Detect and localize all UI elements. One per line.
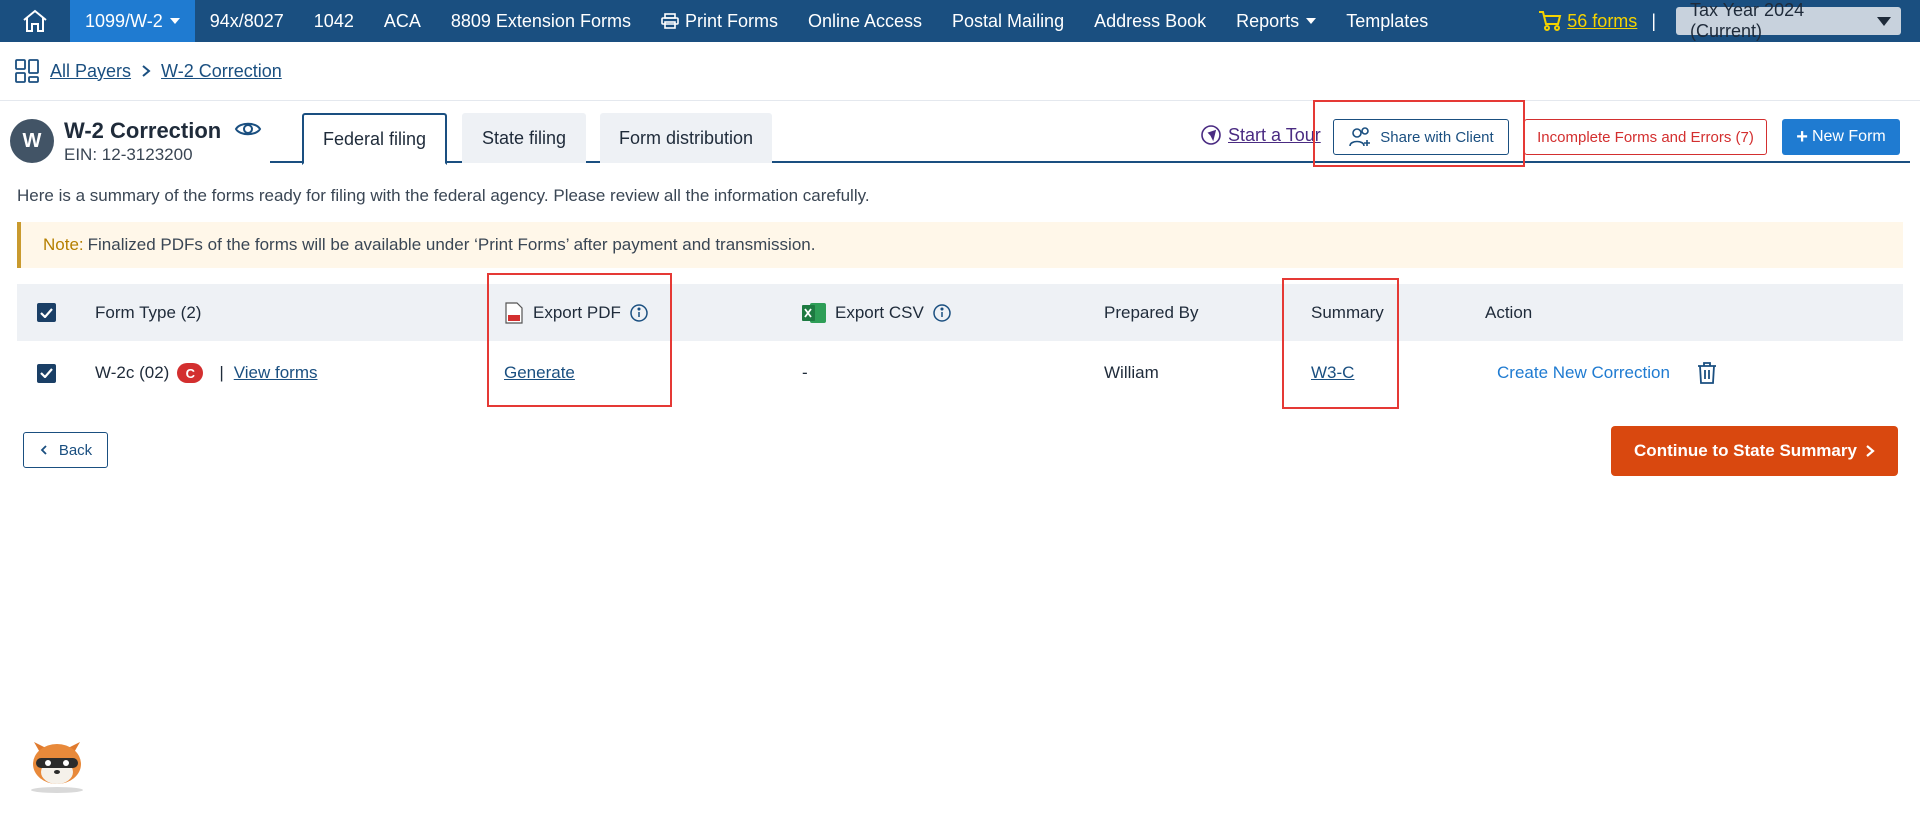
note-label: Note: (43, 235, 84, 254)
view-forms-link[interactable]: View forms (234, 363, 318, 383)
continue-to-state-summary-button[interactable]: Continue to State Summary (1611, 426, 1898, 476)
form-type-label: W-2c (02) (95, 363, 170, 382)
w3c-summary-link[interactable]: W3-C (1311, 363, 1354, 383)
nav-item-aca[interactable]: ACA (369, 0, 436, 42)
row-export-csv: - (802, 363, 808, 382)
tab-state-filing[interactable]: State filing (462, 113, 586, 163)
add-user-icon (1349, 127, 1371, 147)
nav-item-label: Print Forms (684, 10, 778, 31)
caret-down-icon (1877, 16, 1891, 26)
eye-icon[interactable] (234, 119, 262, 139)
home-button[interactable] (0, 0, 70, 42)
row-prepared-by: William (1104, 363, 1159, 382)
navigation-arrow-icon (1201, 125, 1221, 145)
share-with-client-button[interactable]: Share with Client (1333, 119, 1509, 155)
nav-item-94x-8027[interactable]: 94x/8027 (195, 0, 299, 42)
header-action: Action (1485, 302, 1533, 322)
chevron-left-icon (40, 445, 47, 455)
select-all-checkbox[interactable] (37, 303, 56, 322)
nav-right-group: 56 forms | Tax Year 2024 (Current) (1538, 0, 1920, 42)
back-label: Back (58, 441, 93, 459)
nav-item-label: Reports (1236, 10, 1300, 31)
breadcrumb-divider (0, 100, 1920, 101)
back-button[interactable]: Back (23, 432, 108, 468)
generate-pdf-link[interactable]: Generate (504, 363, 575, 383)
nav-item-print-forms[interactable]: Print Forms (646, 0, 793, 42)
new-form-label: New Form (1811, 128, 1886, 145)
top-navigation-bar: 1099/W-2 94x/8027 1042 ACA 8809 Extensio… (0, 0, 1920, 42)
tax-year-select[interactable]: Tax Year 2024 (Current) (1676, 0, 1901, 41)
home-icon (23, 9, 47, 32)
check-icon (40, 368, 53, 378)
nav-item-1042[interactable]: 1042 (299, 0, 369, 42)
check-icon (40, 307, 53, 318)
caret-down-icon (1306, 18, 1317, 24)
note-text: Finalized PDFs of the forms will be avai… (87, 235, 816, 254)
new-form-button[interactable]: + New Form (1782, 119, 1900, 155)
row-summary: W3-C (1311, 355, 1354, 391)
export-csv-label: Export CSV (835, 302, 924, 322)
header-summary: Summary (1311, 302, 1384, 322)
tab-form-distribution[interactable]: Form distribution (600, 113, 772, 163)
payer-name: W-2 Correction (64, 118, 222, 143)
cart-count: 56 forms (1567, 10, 1638, 31)
chevron-right-icon (142, 65, 151, 77)
tax-year-value: Tax Year 2024 (Current) (1690, 0, 1805, 41)
continue-label: Continue to State Summary (1634, 441, 1857, 460)
export-pdf-label: Export PDF (533, 302, 621, 322)
nav-separator: | (1651, 10, 1656, 31)
header-select-all (37, 284, 56, 341)
header-export-csv: Export CSV (801, 284, 952, 341)
trash-icon[interactable] (1696, 361, 1718, 385)
start-tour-link[interactable]: Start a Tour (1200, 124, 1321, 146)
row-action: Create New Correction (1497, 355, 1718, 391)
nav-item-address-book[interactable]: Address Book (1079, 0, 1221, 42)
pdf-file-icon (505, 301, 523, 324)
nav-item-online-access[interactable]: Online Access (793, 0, 937, 42)
start-tour-label: Start a Tour (1228, 124, 1321, 145)
summary-description: Here is a summary of the forms ready for… (17, 186, 870, 205)
header-export-pdf: Export PDF (505, 284, 649, 341)
header-prepared-by: Prepared By (1104, 302, 1199, 322)
excel-file-icon (802, 302, 826, 323)
row-form-type: W-2c (02) C | View forms (95, 355, 318, 391)
nav-item-extension-forms[interactable]: 8809 Extension Forms (436, 0, 646, 42)
payer-ein: EIN: 12-3123200 (64, 145, 193, 164)
cart-icon (1539, 11, 1562, 31)
breadcrumb: All Payers W-2 Correction (14, 56, 282, 86)
tab-federal-filing[interactable]: Federal filing (302, 113, 447, 165)
share-label: Share with Client (1380, 128, 1494, 146)
nav-item-1099-w2[interactable]: 1099/W-2 (70, 0, 195, 42)
breadcrumb-current[interactable]: W-2 Correction (161, 61, 282, 82)
nav-item-label: 1099/W-2 (85, 10, 163, 31)
payer-avatar: W (10, 119, 54, 163)
nav-item-postal-mailing[interactable]: Postal Mailing (937, 0, 1079, 42)
grid-icon (15, 59, 39, 83)
row-divider: | (219, 363, 224, 382)
plus-icon: + (1796, 125, 1808, 148)
nav-item-reports[interactable]: Reports (1221, 0, 1331, 42)
row-checkbox-cell (37, 355, 56, 391)
breadcrumb-all-payers[interactable]: All Payers (50, 61, 131, 82)
correction-badge: C (177, 363, 204, 383)
printer-icon (661, 13, 679, 29)
table-header: Form Type (2) Export PDF Export CSV Prep… (17, 284, 1903, 341)
row-export-pdf: Generate (504, 355, 575, 391)
mascot-chat-icon[interactable] (24, 728, 90, 794)
incomplete-forms-button[interactable]: Incomplete Forms and Errors (7) (1524, 119, 1767, 155)
caret-down-icon (169, 18, 180, 24)
cart-link[interactable]: 56 forms (1538, 10, 1637, 32)
row-checkbox[interactable] (37, 363, 56, 383)
nav-item-templates[interactable]: Templates (1331, 0, 1443, 42)
chevron-right-icon (1866, 445, 1875, 457)
info-icon[interactable] (629, 303, 649, 323)
create-new-correction-link[interactable]: Create New Correction (1497, 363, 1670, 383)
info-icon[interactable] (932, 303, 952, 323)
header-form-type: Form Type (2) (95, 302, 202, 322)
note-banner: Note: Finalized PDFs of the forms will b… (17, 222, 1903, 268)
